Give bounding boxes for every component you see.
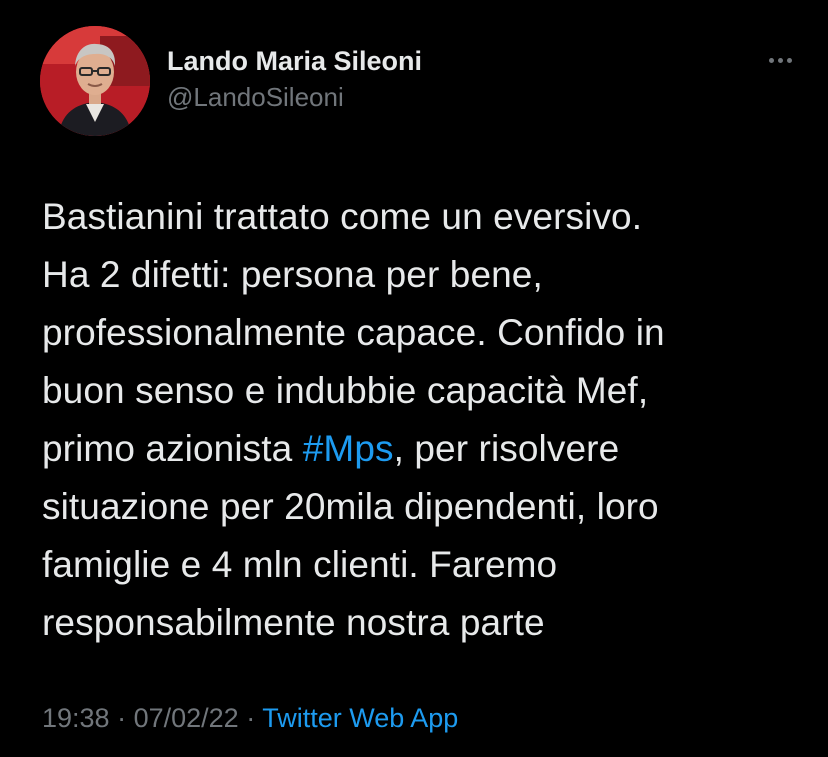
more-dot: [768, 57, 774, 63]
avatar[interactable]: [40, 26, 150, 136]
tweet-text-segment: professionalmente capace. Confido in: [42, 312, 665, 353]
tweet-time[interactable]: 19:38: [42, 703, 110, 733]
meta-separator: ·: [238, 703, 263, 733]
more-icon[interactable]: [762, 50, 798, 70]
tweet-text-line: primo azionista #Mps, per risolvere: [42, 420, 802, 478]
tweet-date[interactable]: 07/02/22: [134, 703, 239, 733]
tweet-meta: 19:38 · 07/02/22 · Twitter Web App: [42, 700, 458, 736]
tweet-text-line: professionalmente capace. Confido in: [42, 304, 802, 362]
tweet-text-segment: situazione per 20mila dipendenti, loro: [42, 486, 659, 527]
tweet-text-line: buon senso e indubbie capacità Mef,: [42, 362, 802, 420]
tweet-text-line: Bastianini trattato come un eversivo.: [42, 188, 802, 246]
tweet-text: Bastianini trattato come un eversivo. Ha …: [42, 188, 802, 652]
tweet-text-segment: buon senso e indubbie capacità Mef,: [42, 370, 649, 411]
more-dot: [777, 57, 783, 63]
tweet-text-segment: Bastianini trattato come un eversivo.: [42, 196, 643, 237]
tweet-text-segment: primo azionista: [42, 428, 303, 469]
tweet-text-line: responsabilmente nostra parte: [42, 594, 802, 652]
tweet-text-segment: responsabilmente nostra parte: [42, 602, 545, 643]
author-info: Lando Maria Sileoni @LandoSileoni: [167, 44, 422, 114]
tweet-text-line: situazione per 20mila dipendenti, loro: [42, 478, 802, 536]
tweet-text-line: famiglie e 4 mln clienti. Faremo: [42, 536, 802, 594]
tweet-text-segment: famiglie e 4 mln clienti. Faremo: [42, 544, 558, 585]
tweet-header: Lando Maria Sileoni @LandoSileoni: [40, 26, 798, 136]
more-dot: [786, 57, 792, 63]
profile-photo: [40, 26, 150, 136]
tweet-source-link[interactable]: Twitter Web App: [262, 703, 458, 733]
tweet-text-segment: Ha 2 difetti: persona per bene,: [42, 254, 543, 295]
hashtag-link[interactable]: #Mps: [303, 428, 394, 469]
author-display-name[interactable]: Lando Maria Sileoni: [167, 44, 422, 78]
tweet: Lando Maria Sileoni @LandoSileoni Bastia…: [0, 0, 828, 757]
author-handle[interactable]: @LandoSileoni: [167, 80, 422, 114]
tweet-text-line: Ha 2 difetti: persona per bene,: [42, 246, 802, 304]
tweet-text-segment: , per risolvere: [393, 428, 620, 469]
meta-separator: ·: [109, 703, 134, 733]
